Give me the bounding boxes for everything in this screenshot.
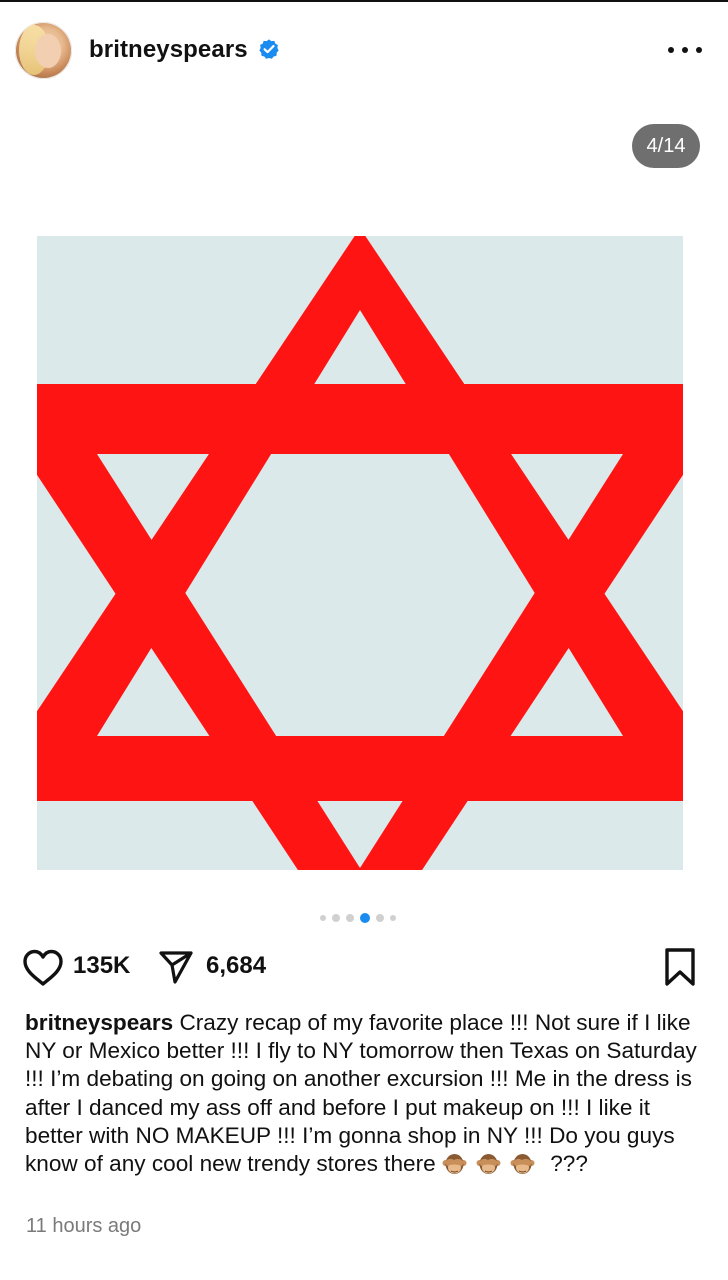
post-caption: britneyspears Crazy recap of my favorite…	[25, 1009, 705, 1178]
like-count[interactable]: 135K	[73, 952, 130, 980]
carousel-dot	[376, 914, 384, 922]
carousel-counter: 4/14	[632, 124, 700, 168]
post-image[interactable]	[37, 236, 683, 870]
carousel-indicator	[320, 912, 420, 924]
verified-badge-icon	[259, 39, 279, 59]
share-count[interactable]: 6,684	[206, 952, 266, 980]
post-timestamp: 11 hours ago	[26, 1215, 142, 1237]
carousel-dot	[320, 915, 326, 921]
see-no-evil-monkey-icon	[510, 1152, 535, 1176]
caption-trailing: ???	[550, 1151, 588, 1177]
send-icon[interactable]	[158, 948, 194, 986]
more-options-icon[interactable]	[668, 40, 702, 60]
more-dot	[696, 47, 702, 53]
carousel-dot-active	[360, 913, 370, 923]
see-no-evil-monkey-icon	[442, 1152, 467, 1176]
carousel-dot	[346, 914, 354, 922]
bookmark-icon[interactable]	[662, 946, 698, 988]
top-divider	[0, 0, 728, 2]
caption-author[interactable]: britneyspears	[25, 1010, 173, 1035]
avatar[interactable]	[15, 22, 72, 79]
carousel-dot	[332, 914, 340, 922]
action-bar: 135K 6,684	[0, 944, 728, 990]
carousel-dot	[390, 915, 396, 921]
post-header: britneyspears	[0, 20, 728, 84]
avatar-face	[35, 34, 61, 68]
username[interactable]: britneyspears	[89, 36, 248, 64]
more-dot	[668, 47, 674, 53]
star-of-david-icon	[37, 236, 683, 870]
see-no-evil-monkey-icon	[476, 1152, 501, 1176]
heart-icon[interactable]	[22, 948, 64, 988]
more-dot	[682, 47, 688, 53]
